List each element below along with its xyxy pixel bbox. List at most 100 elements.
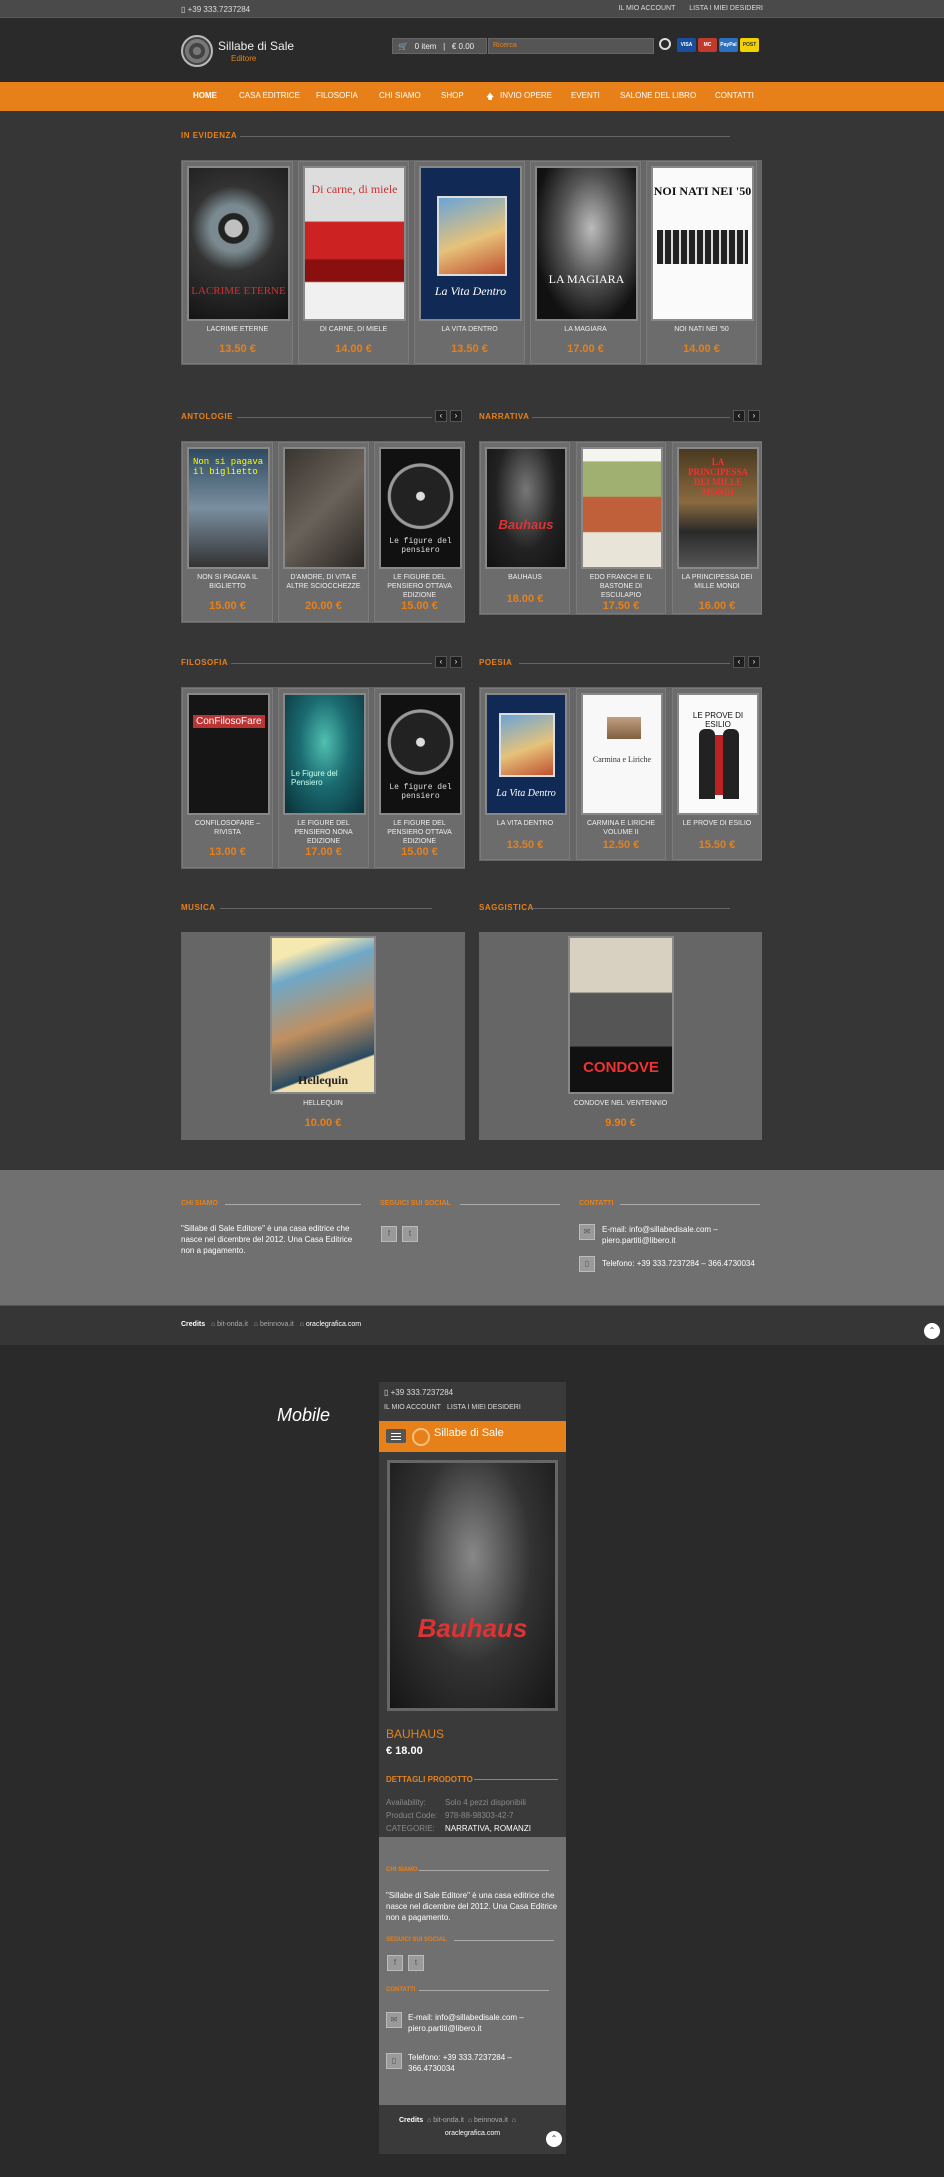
categories-value[interactable]: NARRATIVA, ROMANZI <box>445 1824 531 1833</box>
product-title[interactable]: DI CARNE, DI MIELE <box>301 325 406 334</box>
prev-arrow-icon[interactable]: ‹ <box>733 656 745 668</box>
site-logo[interactable]: Sillabe di Sale Editore <box>181 35 301 69</box>
credit-link[interactable]: bit-onda.it <box>217 1321 248 1328</box>
product-card[interactable]: D'AMORE, DI VITA E ALTRE SCIOCCHEZZE 20.… <box>278 442 369 622</box>
nav-invio-opere[interactable]: INVIO OPERE <box>500 91 552 100</box>
product-card[interactable]: Di carne, di miele DI CARNE, DI MIELE 14… <box>298 161 409 364</box>
product-title[interactable]: LE FIGURE DEL PENSIERO OTTAVA EDIZIONE <box>377 573 462 600</box>
nav-home[interactable]: HOME <box>193 91 217 100</box>
product-card[interactable]: LA PRINCIPESSA DEI MILLE MONDI LA PRINCI… <box>672 442 762 614</box>
next-arrow-icon[interactable]: › <box>450 656 462 668</box>
book-cover[interactable]: Di carne, di miele <box>303 166 406 321</box>
book-cover[interactable]: La Vita Dentro <box>419 166 522 321</box>
book-cover[interactable]: LACRIME ETERNE <box>187 166 290 321</box>
book-cover[interactable]: ConFilosoFare <box>187 693 270 815</box>
book-cover[interactable]: La Vita Dentro <box>485 693 567 815</box>
product-card[interactable]: Le figure del pensiero LE FIGURE DEL PEN… <box>374 442 465 622</box>
my-account-link[interactable]: IL MIO ACCOUNT <box>618 5 675 12</box>
product-card[interactable]: LA MAGIARA LA MAGIARA 17.00 € <box>530 161 641 364</box>
credit-link[interactable]: beinnova.it <box>260 1321 294 1328</box>
product-card[interactable]: Carmina e Liriche CARMINA E LIRICHE VOLU… <box>576 688 666 860</box>
book-cover[interactable]: NOI NATI NEI '50 <box>651 166 754 321</box>
product-title[interactable]: EDO FRANCHI E IL BASTONE DI ESCULAPIO <box>579 573 663 600</box>
product-title[interactable]: LA VITA DENTRO <box>417 325 522 334</box>
mobile-email[interactable]: E-mail: info@sillabedisale.com – piero.p… <box>408 2012 560 2034</box>
nav-salone-del-libro[interactable]: SALONE DEL LIBRO <box>620 91 696 100</box>
product-title[interactable]: CONFILOSOFARE – RIVISTA <box>185 819 270 837</box>
product-title[interactable]: LA MAGIARA <box>533 325 638 334</box>
next-arrow-icon[interactable]: › <box>450 410 462 422</box>
hamburger-menu-icon[interactable] <box>386 1429 406 1443</box>
book-cover[interactable] <box>581 447 663 569</box>
product-price: 13.00 € <box>209 846 246 858</box>
product-card[interactable]: LACRIME ETERNE LACRIME ETERNE 13.50 € <box>182 161 293 364</box>
product-card[interactable]: La Vita Dentro LA VITA DENTRO 13.50 € <box>480 688 570 860</box>
nav-casa-editrice[interactable]: CASA EDITRICE <box>239 91 300 100</box>
product-title[interactable]: LACRIME ETERNE <box>185 325 290 334</box>
product-card[interactable]: La Vita Dentro LA VITA DENTRO 13.50 € <box>414 161 525 364</box>
product-title[interactable]: LE FIGURE DEL PENSIERO OTTAVA EDIZIONE <box>377 819 462 846</box>
product-card[interactable]: LE PROVE DI ESILIO LE PROVE DI ESILIO 15… <box>672 688 762 860</box>
mobile-account-link[interactable]: IL MIO ACCOUNT <box>384 1404 441 1411</box>
book-cover[interactable]: Le figure del pensiero <box>379 447 462 569</box>
product-title[interactable]: BAUHAUS <box>483 573 567 582</box>
scroll-top-icon[interactable]: ⌃ <box>546 2131 562 2147</box>
nav-eventi[interactable]: EVENTI <box>571 91 600 100</box>
prev-arrow-icon[interactable]: ‹ <box>733 410 745 422</box>
product-card[interactable]: Le figure del pensiero LE FIGURE DEL PEN… <box>374 688 465 868</box>
nav-contatti[interactable]: CONTATTI <box>715 91 754 100</box>
product-title[interactable]: HELLEQUIN <box>181 1100 465 1107</box>
book-cover[interactable] <box>283 447 366 569</box>
book-cover[interactable]: Carmina e Liriche <box>581 693 663 815</box>
product-card[interactable]: NOI NATI NEI '50 NOI NATI NEI '50 14.00 … <box>646 161 757 364</box>
product-title[interactable]: LA VITA DENTRO <box>483 819 567 828</box>
product-title[interactable]: LE PROVE DI ESILIO <box>675 819 759 828</box>
product-card[interactable]: Le Figure del Pensiero LE FIGURE DEL PEN… <box>278 688 369 868</box>
credit-link[interactable]: bit-onda.it <box>433 2117 464 2124</box>
book-cover[interactable]: LA PRINCIPESSA DEI MILLE MONDI <box>677 447 759 569</box>
twitter-icon[interactable]: t <box>408 1955 424 1971</box>
mobile-logo-icon[interactable] <box>412 1428 430 1446</box>
product-card[interactable]: ConFilosoFare CONFILOSOFARE – RIVISTA 13… <box>182 688 273 868</box>
product-card[interactable]: EDO FRANCHI E IL BASTONE DI ESCULAPIO 17… <box>576 442 666 614</box>
prev-arrow-icon[interactable]: ‹ <box>435 656 447 668</box>
nav-shop[interactable]: SHOP <box>441 91 464 100</box>
facebook-icon[interactable]: f <box>381 1226 397 1242</box>
book-cover[interactable]: Non si pagava il biglietto <box>187 447 270 569</box>
mobile-brand[interactable]: Sillabe di Sale <box>434 1427 504 1439</box>
nav-filosofia[interactable]: FILOSOFIA <box>316 91 358 100</box>
product-title[interactable]: CARMINA E LIRICHE VOLUME II <box>579 819 663 837</box>
product-title[interactable]: CONDOVE NEL VENTENNIO <box>479 1100 762 1107</box>
cart-widget[interactable]: 🛒 0 item | € 0.00 <box>392 38 487 54</box>
book-cover[interactable]: LE PROVE DI ESILIO <box>677 693 759 815</box>
product-title[interactable]: D'AMORE, DI VITA E ALTRE SCIOCCHEZZE <box>281 573 366 591</box>
next-arrow-icon[interactable]: › <box>748 656 760 668</box>
book-cover[interactable]: Bauhaus <box>485 447 567 569</box>
nav-chi-siamo[interactable]: CHI SIAMO <box>379 91 421 100</box>
credit-link[interactable]: oraclegrafica.com <box>379 2130 566 2137</box>
product-card[interactable]: Bauhaus BAUHAUS 18.00 € <box>480 442 570 614</box>
book-cover[interactable]: Hellequin <box>270 936 376 1094</box>
footer-email[interactable]: E-mail: info@sillabedisale.com – piero.p… <box>602 1224 762 1246</box>
twitter-icon[interactable]: t <box>402 1226 418 1242</box>
book-cover[interactable]: Le Figure del Pensiero <box>283 693 366 815</box>
book-cover[interactable]: CONDOVE <box>568 936 674 1094</box>
mobile-book-cover[interactable]: Bauhaus <box>387 1460 558 1711</box>
product-title[interactable]: NOI NATI NEI '50 <box>649 325 754 334</box>
book-cover[interactable]: Le figure del pensiero <box>379 693 462 815</box>
product-title[interactable]: LE FIGURE DEL PENSIERO NONA EDIZIONE <box>281 819 366 846</box>
wishlist-link[interactable]: LISTA I MIEI DESIDERI <box>689 5 763 12</box>
prev-arrow-icon[interactable]: ‹ <box>435 410 447 422</box>
credit-link[interactable]: oraclegrafica.com <box>306 1321 361 1328</box>
product-title[interactable]: LA PRINCIPESSA DEI MILLE MONDI <box>675 573 759 591</box>
credit-link[interactable]: beinnova.it <box>474 2117 508 2124</box>
next-arrow-icon[interactable]: › <box>748 410 760 422</box>
book-cover[interactable]: LA MAGIARA <box>535 166 638 321</box>
scroll-top-icon[interactable]: ⌃ <box>924 1323 940 1339</box>
mobile-wishlist-link[interactable]: LISTA I MIEI DESIDERI <box>447 1404 521 1411</box>
search-input[interactable]: Ricerca <box>488 38 654 54</box>
search-icon[interactable] <box>659 38 671 50</box>
product-title[interactable]: NON SI PAGAVA IL BIGLIETTO <box>185 573 270 591</box>
facebook-icon[interactable]: f <box>387 1955 403 1971</box>
product-card[interactable]: Non si pagava il biglietto NON SI PAGAVA… <box>182 442 273 622</box>
